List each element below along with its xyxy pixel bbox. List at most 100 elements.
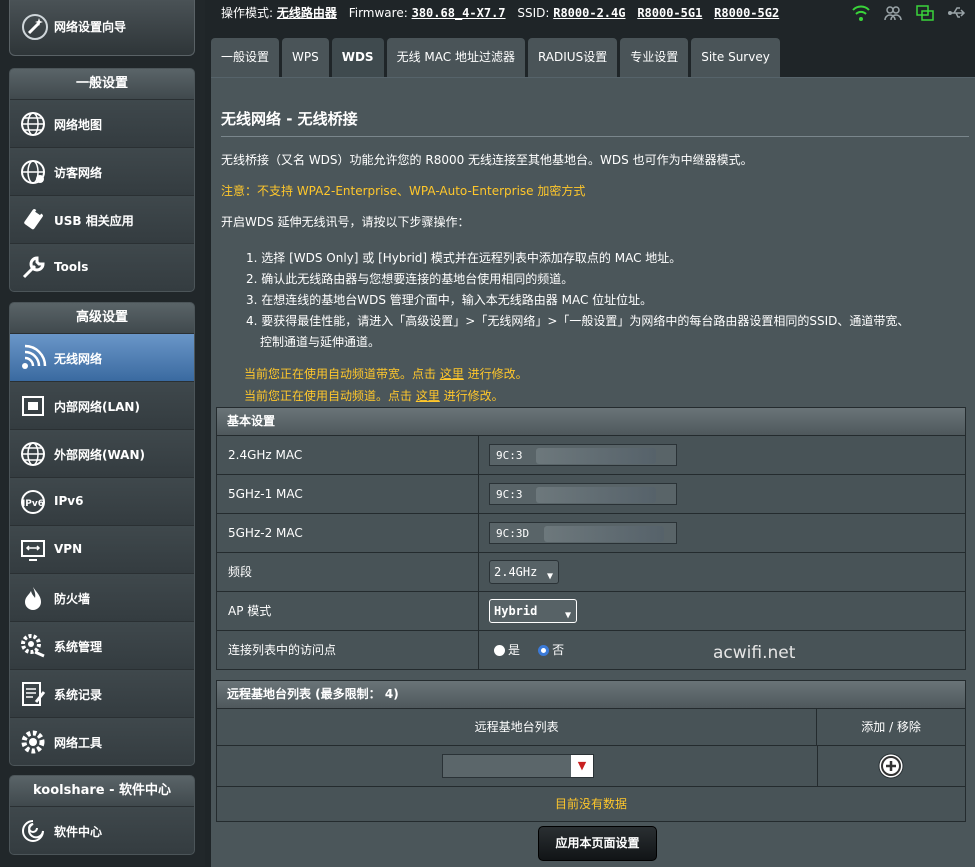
auto-channel-note: 当前您正在使用自动频道。点击 这里 进行修改。	[244, 387, 504, 404]
mac-24g-field: 9C:3	[489, 444, 677, 466]
status-icons	[851, 3, 967, 23]
mac-24g-value: 9C:3	[496, 449, 523, 462]
empty-list-text: 目前没有数据	[217, 787, 965, 821]
sidebar-item-lan[interactable]: 内部网络(LAN)	[10, 382, 194, 430]
basic-settings-table: 基本设置 2.4GHz MAC 9C:3 5GHz-1 MAC 9C:3 5GH…	[216, 407, 966, 670]
page-title: 无线网络 - 无线桥接	[221, 110, 358, 128]
auto-bandwidth-note: 当前您正在使用自动频道带宽。点击 这里 进行修改。	[244, 365, 528, 382]
usb-icon	[24, 207, 43, 230]
auto-bandwidth-suffix: 进行修改。	[463, 367, 528, 381]
add-circle-icon[interactable]	[877, 752, 905, 780]
lan-icon	[22, 396, 44, 416]
auto-channel-text: 当前您正在使用自动频道。点击	[244, 389, 416, 403]
remote-ap-header: 远程基地台列表 (最多限制： 4)	[217, 681, 965, 709]
radio-no-dot[interactable]	[538, 644, 550, 656]
auto-channel-link[interactable]: 这里	[416, 389, 440, 403]
ssid-5g2-link[interactable]: R8000-5G2	[714, 6, 779, 20]
band-select[interactable]: 2.4GHz ▼	[489, 560, 559, 584]
sidebar-item-label: IPv6	[54, 494, 84, 508]
sidebar-item-firewall[interactable]: 防火墙	[10, 574, 194, 622]
quick-setup-label: 网络设置向导	[54, 20, 127, 34]
wifi-status-icon[interactable]	[851, 3, 871, 23]
ipv6-icon: IPv6	[21, 490, 45, 514]
mac-24g-label: 2.4GHz MAC	[217, 436, 479, 474]
sidebar-item-software-center[interactable]: 软件中心	[10, 807, 194, 854]
dropdown-arrow-icon[interactable]: ▼	[571, 755, 593, 777]
sidebar-item-usb[interactable]: USB 相关应用	[10, 196, 194, 244]
howto-text: 开启WDS 延伸无线讯号，请按以下步骤操作：	[221, 215, 470, 229]
redaction-blur	[536, 487, 656, 503]
sidebar-item-admin[interactable]: 系统管理	[10, 622, 194, 670]
sidebar-item-ipv6[interactable]: IPv6 IPv6	[10, 478, 194, 526]
content-panel: 无线网络 - 无线桥接 无线桥接（又名 WDS）功能允许您的 R8000 无线连…	[211, 77, 975, 867]
ap-mode-select[interactable]: Hybrid ▼	[489, 599, 577, 623]
notice-text: 注意：不支持 WPA2-Enterprise、WPA-Auto-Enterpri…	[221, 184, 586, 198]
sidebar-item-network-map[interactable]: 网络地图	[10, 100, 194, 148]
sidebar-item-guest-network[interactable]: 访客网络	[10, 148, 194, 196]
radio-yes-dot[interactable]	[494, 644, 505, 656]
radio-no[interactable]: 否	[538, 631, 564, 669]
vpn-icon	[21, 540, 45, 561]
connect-ap-cell: 是 否	[494, 631, 578, 669]
tab-mac-filter[interactable]: 无线 MAC 地址过滤器	[386, 38, 525, 77]
table-row: AP 模式 Hybrid ▼	[217, 592, 965, 631]
clients-status-icon[interactable]	[883, 3, 903, 23]
sidebar-item-label: 防火墙	[54, 592, 91, 606]
network-status-icon[interactable]	[915, 3, 935, 23]
sidebar-item-wireless[interactable]: 无线网络	[10, 334, 194, 382]
chevron-down-icon: ▼	[546, 571, 553, 582]
sidebar-item-label: 网络地图	[54, 118, 103, 132]
auto-bandwidth-text: 当前您正在使用自动频道带宽。点击	[244, 367, 440, 381]
sidebar-item-tools[interactable]: Tools	[10, 244, 194, 291]
col-add-remove: 添加 / 移除	[861, 720, 921, 734]
column-divider	[817, 746, 818, 786]
tab-wps[interactable]: WPS	[282, 38, 329, 77]
firmware-label: Firmware:	[348, 6, 408, 20]
steps-list: 1. 选择 [WDS Only] 或 [Hybrid] 模式并在远程列表中添加存…	[246, 248, 909, 353]
firmware-value-link[interactable]: 380.68_4-X7.7	[412, 6, 506, 20]
table-row: 5GHz-1 MAC 9C:3	[217, 475, 965, 514]
general-settings-header: 一般设置	[10, 69, 194, 100]
sidebar-item-wan[interactable]: 外部网络(WAN)	[10, 430, 194, 478]
radio-no-label: 否	[552, 643, 565, 657]
usb-status-icon[interactable]	[947, 3, 967, 23]
mode-label: 操作模式:	[221, 6, 274, 20]
sidebar-item-label: VPN	[54, 542, 83, 556]
tab-bar: 一般设置 WPS WDS 无线 MAC 地址过滤器 RADIUS设置 专业设置 …	[211, 38, 780, 77]
tab-general[interactable]: 一般设置	[211, 38, 280, 77]
sidebar-item-vpn[interactable]: VPN	[10, 526, 194, 574]
advanced-settings-group: 高级设置 无线网络 内部网络(LAN) 外部网络(WAN) IPv6 IPv6 …	[9, 302, 195, 766]
step-item: 1. 选择 [WDS Only] 或 [Hybrid] 模式并在远程列表中添加存…	[246, 251, 682, 265]
ap-mode-label: AP 模式	[217, 592, 479, 630]
sidebar-item-label: 系统管理	[54, 640, 103, 654]
sidebar-item-syslog[interactable]: 系统记录	[10, 670, 194, 718]
mac-5g1-field: 9C:3	[489, 483, 677, 505]
tab-wds[interactable]: WDS	[331, 38, 384, 77]
redaction-blur	[536, 448, 656, 464]
sidebar-item-network-tools[interactable]: 网络工具	[10, 718, 194, 765]
tab-radius[interactable]: RADIUS设置	[527, 38, 618, 77]
ssid-24g-link[interactable]: R8000-2.4G	[553, 6, 625, 20]
koolshare-group: koolshare - 软件中心 软件中心	[9, 775, 195, 855]
radio-yes[interactable]: 是	[494, 631, 520, 669]
tools-gear-icon	[21, 730, 45, 754]
sidebar-item-label: USB 相关应用	[54, 214, 134, 228]
quick-setup-button[interactable]: 网络设置向导	[9, 0, 195, 56]
ssid-5g1-link[interactable]: R8000-5G1	[637, 6, 702, 20]
watermark: acwifi.net	[713, 643, 796, 663]
table-row: 5GHz-2 MAC 9C:3D	[217, 514, 965, 553]
title-divider	[221, 136, 969, 137]
apply-button[interactable]: 应用本页面设置	[538, 826, 657, 861]
mac-5g2-label: 5GHz-2 MAC	[217, 514, 479, 552]
intro-text: 无线桥接（又名 WDS）功能允许您的 R8000 无线连接至其他基地台。WDS …	[221, 153, 753, 167]
remote-ap-input-row: ▼	[217, 746, 965, 787]
remote-ap-combo[interactable]: ▼	[442, 754, 594, 778]
tab-site-survey[interactable]: Site Survey	[691, 38, 780, 77]
mode-value-link[interactable]: 无线路由器	[277, 6, 337, 20]
auto-bandwidth-link[interactable]: 这里	[440, 367, 464, 381]
mac-5g2-value: 9C:3D	[496, 527, 530, 540]
status-bar: 操作模式: 无线路由器 Firmware: 380.68_4-X7.7 SSID…	[221, 4, 779, 21]
chevron-down-icon: ▼	[564, 610, 571, 621]
general-settings-group: 一般设置 网络地图 访客网络 USB 相关应用 Tools	[9, 68, 195, 292]
tab-professional[interactable]: 专业设置	[620, 38, 689, 77]
